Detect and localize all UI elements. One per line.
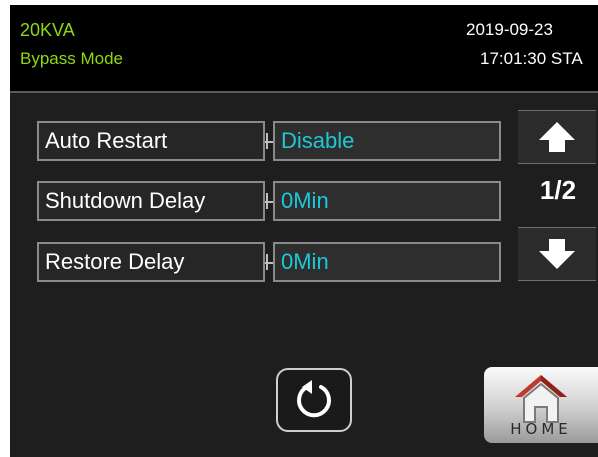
house-icon	[515, 375, 567, 423]
setting-value-shutdown-delay[interactable]: 0Min	[273, 181, 501, 221]
home-label: HOME	[510, 420, 572, 438]
setting-value-auto-restart[interactable]: Disable	[273, 121, 501, 161]
refresh-icon	[297, 380, 331, 418]
page-indicator: 1/2	[539, 175, 577, 205]
page-down-button[interactable]	[518, 227, 596, 281]
setting-label-shutdown-delay: Shutdown Delay	[37, 181, 265, 221]
page-up-button[interactable]	[518, 110, 596, 164]
connector	[265, 201, 273, 203]
model-label: 20KVA	[20, 20, 75, 40]
connector	[265, 141, 273, 143]
arrow-down-icon	[539, 239, 575, 269]
home-button[interactable]: HOME	[484, 367, 598, 443]
ups-screen: 20KVA Bypass Mode 2019-09-23 17:01:30 ST…	[10, 5, 598, 457]
arrow-up-icon	[539, 122, 575, 152]
time-label: 17:01:30 STA	[480, 49, 583, 68]
setting-label-restore-delay: Restore Delay	[37, 242, 265, 282]
back-button[interactable]	[276, 368, 352, 432]
mode-label: Bypass Mode	[20, 49, 123, 68]
date-label: 2019-09-23	[466, 20, 553, 39]
connector	[265, 262, 273, 264]
status-header: 20KVA Bypass Mode 2019-09-23 17:01:30 ST…	[10, 5, 598, 91]
setting-value-restore-delay[interactable]: 0Min	[273, 242, 501, 282]
setting-label-auto-restart: Auto Restart	[37, 121, 265, 161]
